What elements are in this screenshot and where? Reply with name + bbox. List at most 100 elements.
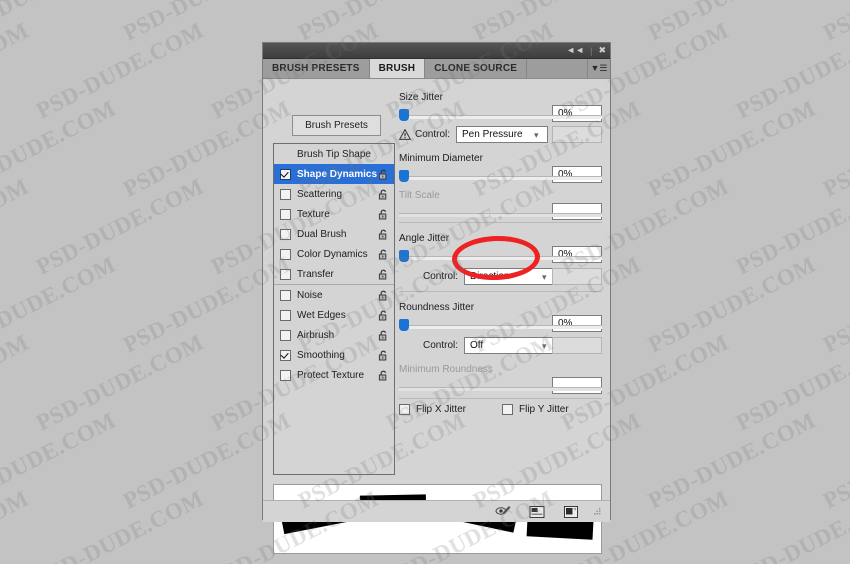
tab-clone-source[interactable]: CLONE SOURCE	[425, 59, 528, 78]
resize-grip-icon[interactable]	[591, 506, 602, 517]
size-jitter-slider[interactable]	[399, 109, 602, 121]
lock-open-icon[interactable]	[378, 310, 389, 321]
angle-jitter-track	[399, 256, 602, 260]
brush-preview-toggle-icon[interactable]	[495, 505, 511, 519]
minimum-diameter-label: Minimum Diameter	[399, 153, 483, 164]
brush-option-checkbox[interactable]	[280, 329, 291, 341]
watermark-text: PSD-DUDE.COM	[32, 18, 295, 202]
angle-jitter-knob[interactable]	[399, 250, 409, 262]
new-preset-icon[interactable]	[529, 505, 545, 519]
angle-control-select[interactable]: Direction ▾	[464, 268, 557, 285]
panel-menu-icon[interactable]: ▼☰	[588, 59, 610, 78]
brush-option-shape-dynamics[interactable]: Shape Dynamics	[274, 164, 394, 184]
flip-x-checkbox-box[interactable]	[399, 404, 410, 415]
tab-brush-presets[interactable]: BRUSH PRESETS	[263, 59, 370, 78]
brush-option-smoothing[interactable]: Smoothing	[274, 345, 394, 365]
brush-option-checkbox[interactable]	[280, 208, 291, 220]
brush-option-checkbox[interactable]	[280, 289, 291, 301]
titlebar-divider: |	[590, 45, 593, 56]
lock-open-icon[interactable]	[378, 350, 389, 361]
angle-control-label: Control:	[423, 271, 459, 282]
watermark-text: PSD-DUDE.COM	[732, 96, 850, 280]
minimum-roundness-slider	[399, 381, 602, 392]
roundness-control-label: Control:	[423, 340, 459, 351]
brush-option-noise[interactable]: Noise	[274, 284, 394, 305]
brush-option-label: Airbrush	[297, 329, 335, 341]
minimum-diameter-knob[interactable]	[399, 170, 409, 182]
watermark-text: PSD-DUDE.COM	[557, 408, 820, 564]
panel-footer	[263, 500, 610, 522]
panel-titlebar: ◄◄ | ✖	[263, 43, 610, 59]
lock-open-icon[interactable]	[378, 269, 389, 280]
angle-control-ghost-field	[552, 268, 602, 285]
size-control-selected-value: Pen Pressure	[462, 129, 523, 140]
minimum-diameter-track	[399, 176, 602, 180]
dynamics-controls: Size Jitter 0% Control: Pen Pressure ▾ M…	[399, 87, 602, 415]
roundness-control-select[interactable]: Off ▾	[464, 337, 557, 354]
watermark-text: PSD-DUDE.COM	[0, 96, 120, 280]
flip-y-checkbox-box[interactable]	[502, 404, 513, 415]
size-jitter-knob[interactable]	[399, 109, 409, 121]
brush-option-wet-edges[interactable]: Wet Edges	[274, 305, 394, 325]
panel-body: Brush Presets Brush Tip Shape Shape Dyna…	[263, 79, 610, 554]
watermark-text: PSD-DUDE.COM	[557, 0, 820, 124]
watermark-text: PSD-DUDE.COM	[382, 0, 645, 124]
brush-option-label: Noise	[297, 289, 323, 301]
brush-option-transfer[interactable]: Transfer	[274, 264, 394, 284]
size-control-select[interactable]: Pen Pressure ▾	[456, 126, 549, 143]
lock-open-icon[interactable]	[378, 189, 389, 200]
minimum-roundness-label: Minimum Roundness	[399, 364, 493, 375]
brush-option-checkbox[interactable]	[280, 309, 291, 321]
size-control-label: Control:	[415, 129, 451, 140]
minimum-diameter-slider[interactable]	[399, 170, 602, 182]
brush-option-checkbox[interactable]	[280, 268, 291, 280]
roundness-jitter-slider[interactable]	[399, 319, 602, 331]
brush-presets-button[interactable]: Brush Presets	[292, 115, 381, 136]
divider-1	[399, 222, 602, 223]
brush-option-checkbox[interactable]	[280, 168, 291, 180]
angle-control-row: Control: Direction ▾	[399, 266, 602, 287]
lock-open-icon[interactable]	[378, 249, 389, 260]
tilt-scale-track	[399, 213, 602, 217]
watermark-text: PSD-DUDE.COM	[32, 330, 295, 514]
collapse-arrows-icon[interactable]: ◄◄	[566, 46, 584, 55]
watermark-text: PSD-DUDE.COM	[557, 252, 820, 436]
angle-jitter-slider[interactable]	[399, 250, 602, 262]
watermark-text: PSD-DUDE.COM	[732, 486, 850, 564]
brush-option-color-dynamics[interactable]: Color Dynamics	[274, 244, 394, 264]
watermark-text: PSD-DUDE.COM	[0, 0, 120, 124]
size-control-row: Control: Pen Pressure ▾	[399, 124, 602, 145]
lock-open-icon[interactable]	[378, 169, 389, 180]
tab-brush[interactable]: BRUSH	[369, 59, 426, 78]
brush-option-protect-texture[interactable]: Protect Texture	[274, 365, 394, 385]
brush-option-checkbox[interactable]	[280, 248, 291, 260]
flip-y-jitter-checkbox[interactable]: Flip Y Jitter	[502, 404, 569, 415]
brush-option-checkbox[interactable]	[280, 228, 291, 240]
roundness-jitter-knob[interactable]	[399, 319, 409, 331]
brush-option-checkbox[interactable]	[280, 349, 291, 361]
size-control-ghost-field	[552, 126, 602, 143]
lock-open-icon[interactable]	[378, 330, 389, 341]
delete-brush-icon[interactable]	[563, 505, 579, 519]
close-icon[interactable]: ✖	[598, 46, 606, 55]
lock-open-icon[interactable]	[378, 290, 389, 301]
roundness-control-ghost-field	[552, 337, 602, 354]
chevron-down-icon: ▾	[542, 341, 547, 351]
roundness-jitter-label: Roundness Jitter	[399, 302, 475, 313]
brush-option-checkbox[interactable]	[280, 188, 291, 200]
brush-option-texture[interactable]: Texture	[274, 204, 394, 224]
brush-option-checkbox[interactable]	[280, 369, 291, 381]
brush-options-list: Brush Tip Shape Shape Dynamics Scattering…	[273, 143, 395, 475]
lock-open-icon[interactable]	[378, 209, 389, 220]
flip-x-jitter-checkbox[interactable]: Flip X Jitter	[399, 404, 502, 415]
lock-open-icon[interactable]	[378, 370, 389, 381]
brush-option-airbrush[interactable]: Airbrush	[274, 325, 394, 345]
minimum-diameter-row: Minimum Diameter 0%	[399, 148, 602, 183]
lock-open-icon[interactable]	[378, 229, 389, 240]
brush-tip-shape-header[interactable]: Brush Tip Shape	[274, 144, 394, 164]
angle-control-selected-value: Direction	[470, 271, 510, 282]
brush-option-dual-brush[interactable]: Dual Brush	[274, 224, 394, 244]
brush-option-scattering[interactable]: Scattering	[274, 184, 394, 204]
tilt-scale-row: Tilt Scale	[399, 185, 602, 220]
brush-option-label: Protect Texture	[297, 369, 365, 381]
